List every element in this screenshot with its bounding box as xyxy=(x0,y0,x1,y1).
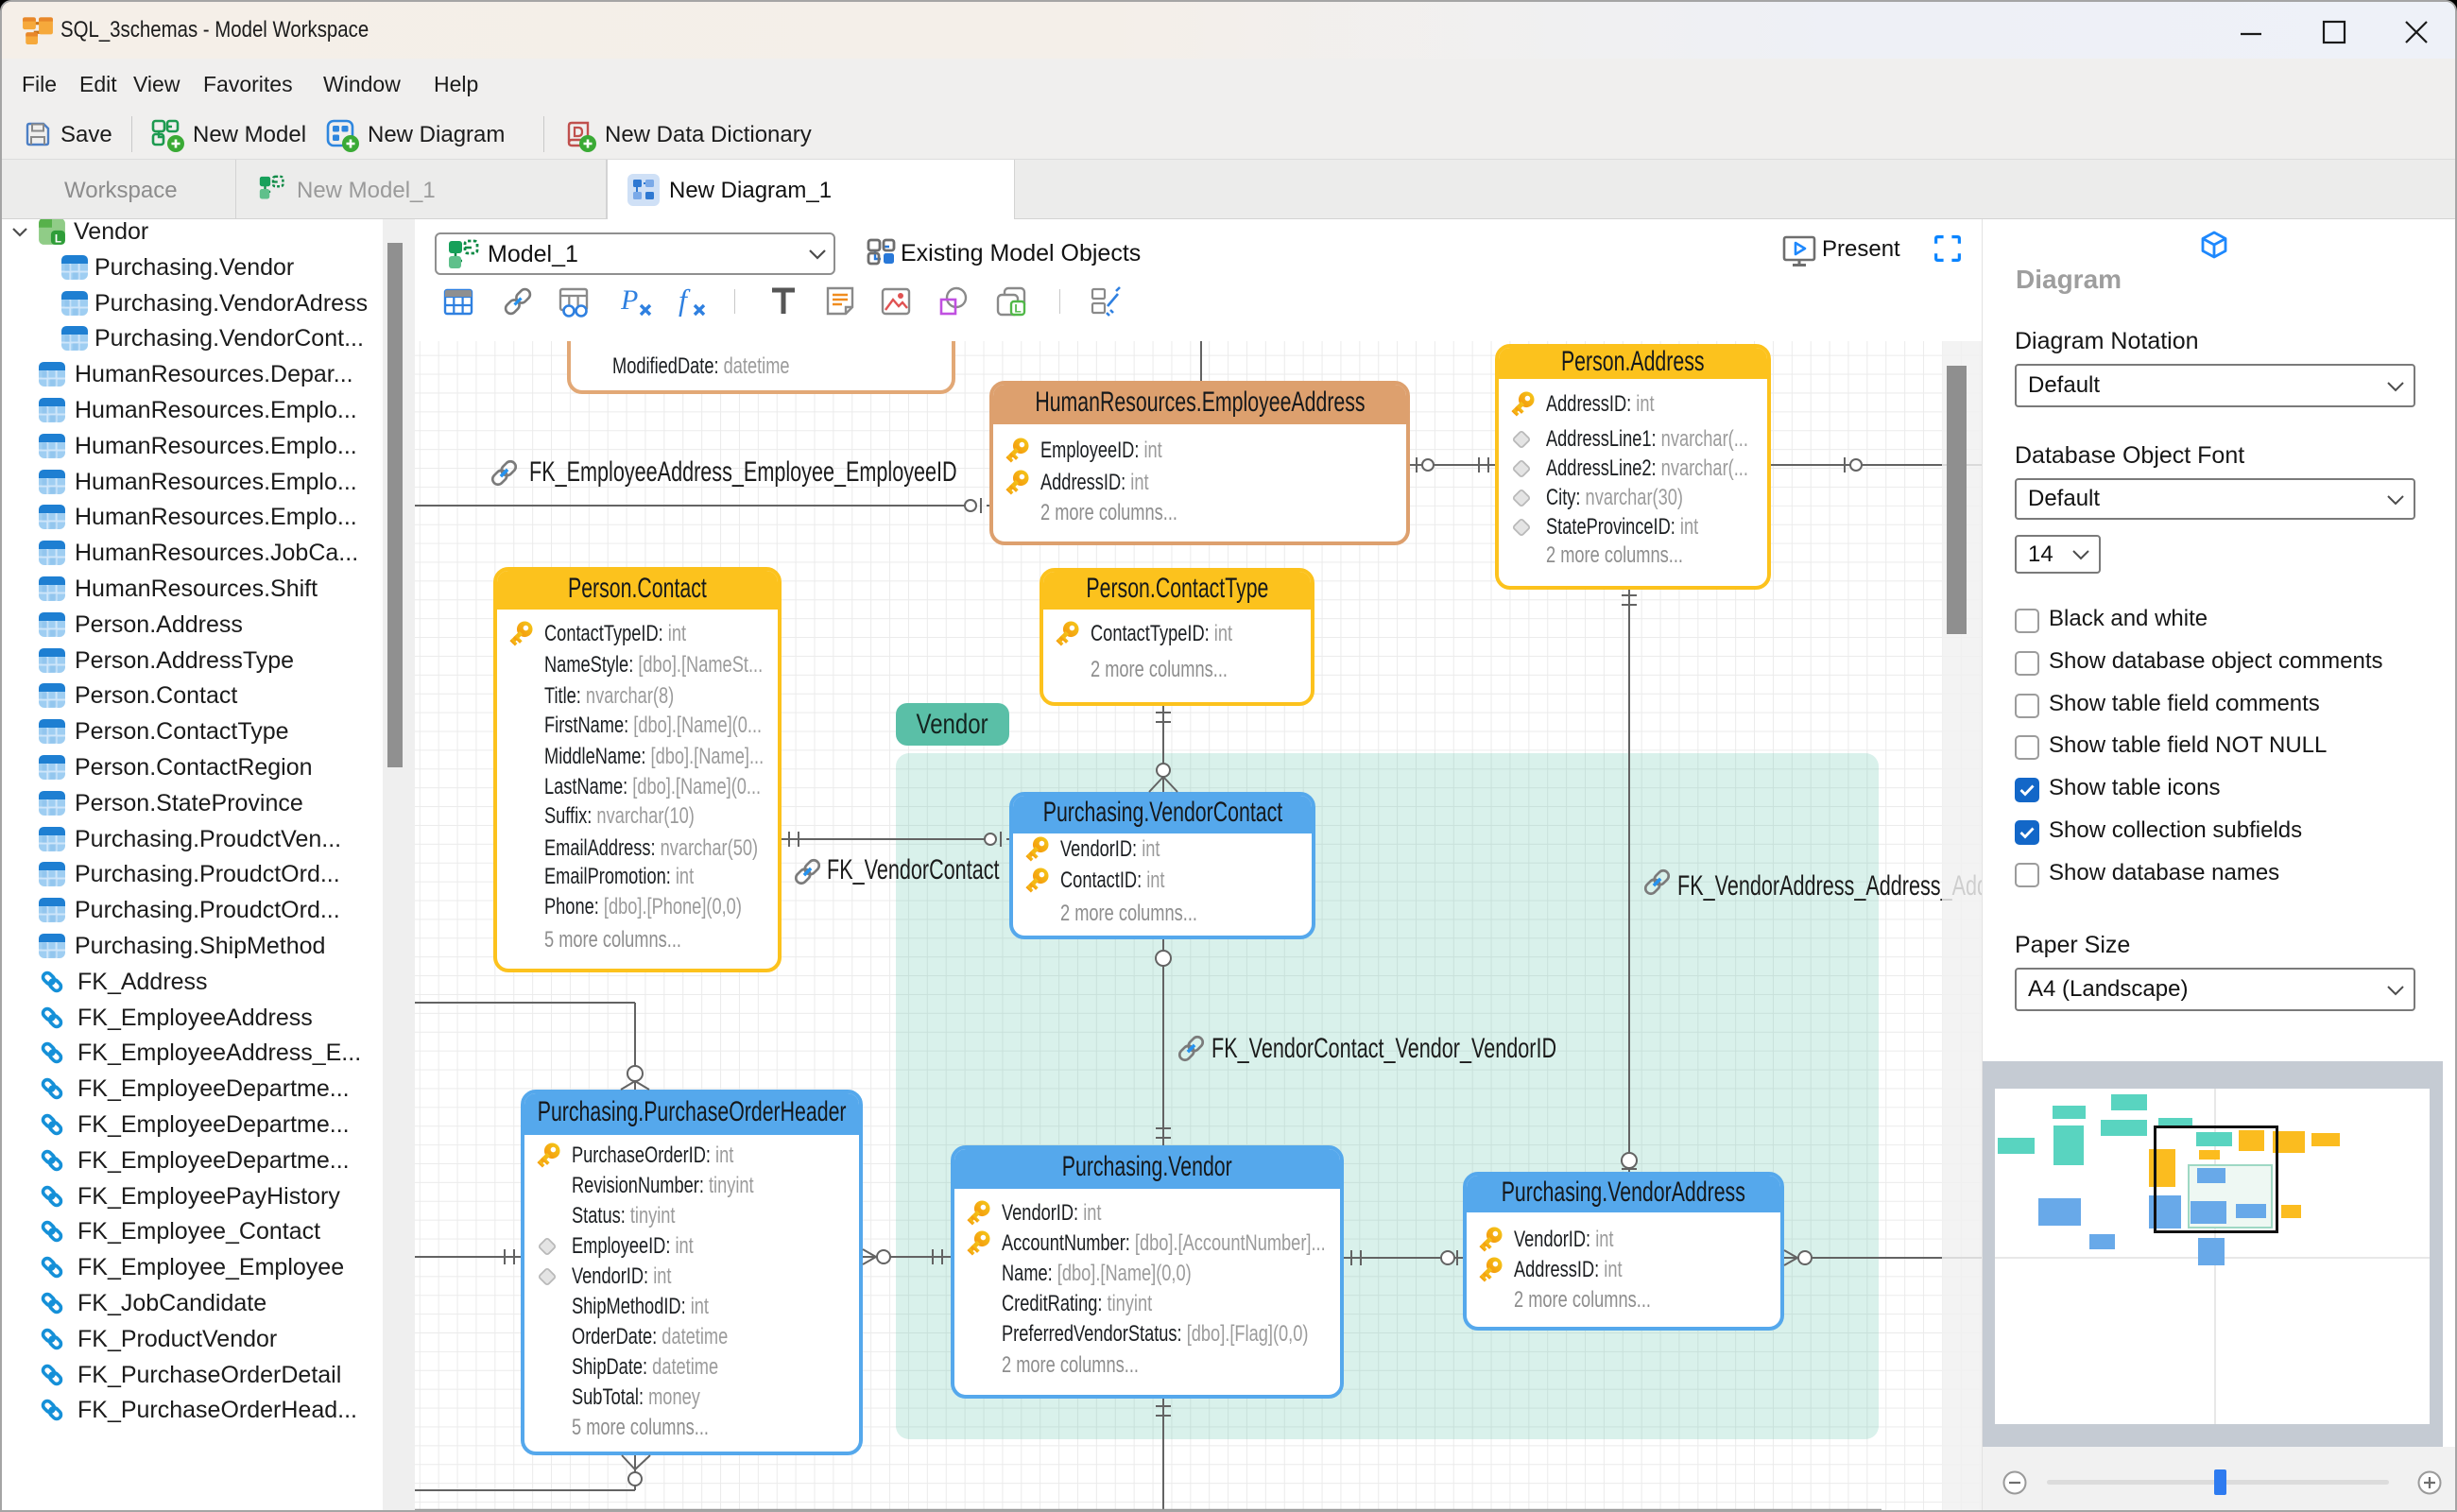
svg-text:P: P xyxy=(621,285,638,316)
svg-text:f: f xyxy=(679,285,691,317)
svg-text:L: L xyxy=(1014,302,1021,316)
